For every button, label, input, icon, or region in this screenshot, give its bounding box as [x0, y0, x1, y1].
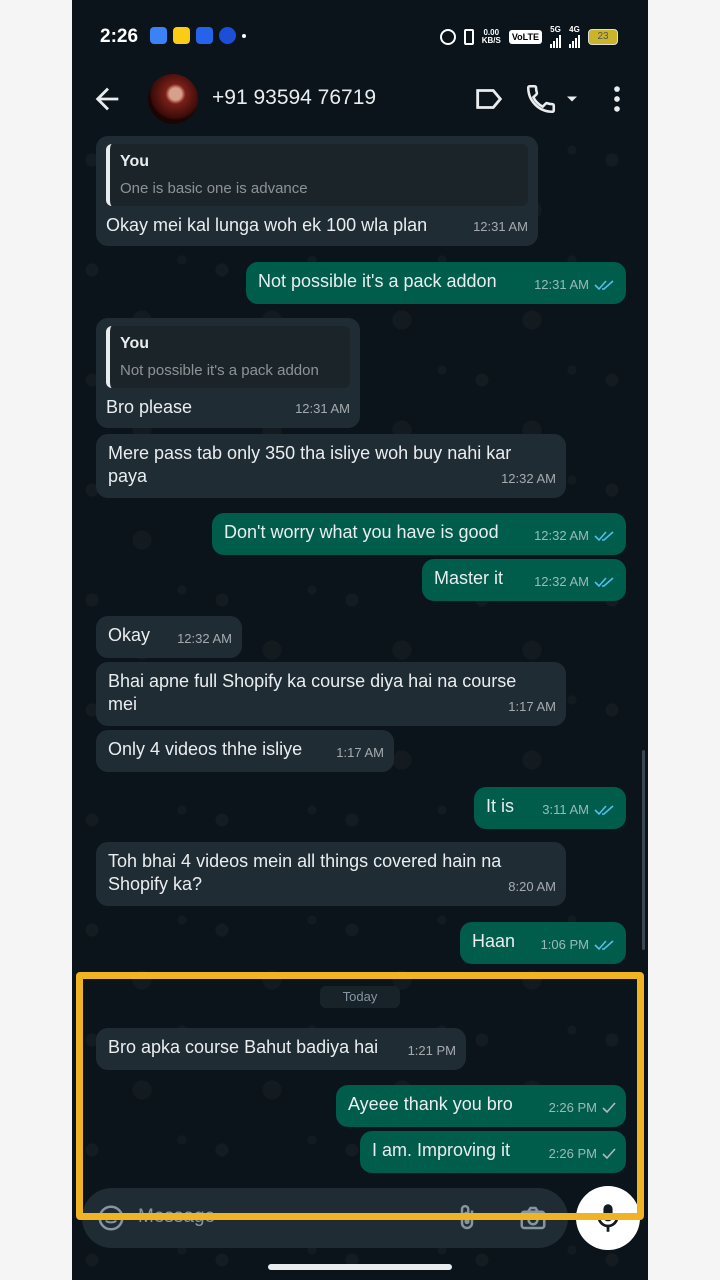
- message-bubble-incoming[interactable]: You One is basic one is advance Okay mei…: [96, 136, 538, 246]
- message-meta: 12:31 AM: [534, 273, 616, 296]
- message-time: 12:32 AM: [534, 528, 589, 543]
- message-time: 12:32 AM: [177, 631, 232, 646]
- avatar[interactable]: [148, 74, 198, 124]
- browser-icon: [219, 27, 236, 44]
- message-meta: 12:31 AM: [473, 215, 528, 238]
- message-meta: 1:17 AM: [508, 695, 556, 718]
- message-bubble-incoming[interactable]: Okay 12:32 AM: [96, 616, 242, 658]
- message-meta: 12:32 AM: [534, 570, 616, 593]
- message-meta: 3:11 AM: [542, 798, 616, 821]
- back-arrow-icon[interactable]: [90, 82, 124, 116]
- double-tick-icon: [594, 804, 614, 815]
- highlight-box: [76, 972, 644, 1220]
- message-time: 8:20 AM: [508, 879, 556, 894]
- message-text: Bhai apne full Shopify ka course diya ha…: [108, 671, 517, 714]
- app-icon: [196, 27, 213, 44]
- message-text: Toh bhai 4 videos mein all things covere…: [108, 851, 502, 894]
- message-bubble-outgoing[interactable]: Master it 12:32 AM: [422, 559, 626, 601]
- message-bubble-incoming[interactable]: Mere pass tab only 350 tha isliye woh bu…: [96, 434, 566, 498]
- double-tick-icon: [594, 939, 614, 950]
- status-bar: 2:26 0.00 KB/S VoLTE 5G 4G 23: [72, 0, 648, 72]
- message-time: 12:32 AM: [501, 471, 556, 486]
- message-time: 1:17 AM: [508, 699, 556, 714]
- gesture-nav-bar[interactable]: [268, 1264, 452, 1270]
- message-meta: 12:32 AM: [177, 627, 232, 650]
- message-meta: 8:20 AM: [508, 875, 556, 898]
- contact-name[interactable]: +91 93594 76719: [212, 86, 376, 110]
- message-meta: 1:06 PM: [541, 933, 616, 956]
- message-time: 3:11 AM: [542, 802, 589, 817]
- chevron-down-icon[interactable]: [562, 82, 582, 116]
- message-bubble-incoming[interactable]: Toh bhai 4 videos mein all things covere…: [96, 842, 566, 906]
- label-icon[interactable]: [472, 82, 506, 116]
- message-bubble-outgoing[interactable]: Not possible it's a pack addon 12:31 AM: [246, 262, 626, 304]
- sim1-signal: 5G: [550, 26, 561, 48]
- sim2-signal: 4G: [569, 26, 580, 48]
- message-text: Okay mei kal lunga woh ek 100 wla plan: [106, 215, 428, 235]
- message-bubble-outgoing[interactable]: Haan 1:06 PM: [460, 922, 626, 964]
- battery-icon: 23: [588, 29, 618, 45]
- signal-bars-icon: [550, 34, 561, 48]
- chat-header: +91 93594 76719: [72, 72, 648, 130]
- status-time: 2:26: [100, 26, 139, 47]
- message-time: 12:32 AM: [534, 574, 589, 589]
- quoted-message[interactable]: You One is basic one is advance: [106, 144, 528, 206]
- alarm-icon: [439, 29, 456, 45]
- message-bubble-outgoing[interactable]: Don't worry what you have is good 12:32 …: [212, 513, 626, 555]
- network-speed-unit: KB/S: [481, 36, 501, 45]
- quote-author: You: [120, 153, 150, 170]
- volte-badge: VoLTE: [508, 30, 542, 44]
- quoted-message[interactable]: You Not possible it's a pack addon: [106, 326, 350, 388]
- message-time: 12:31 AM: [473, 219, 528, 234]
- double-tick-icon: [594, 279, 614, 290]
- network-speed: 0.00 KB/S: [482, 29, 501, 45]
- message-time: 12:31 AM: [295, 401, 350, 416]
- scrollbar[interactable]: [642, 750, 645, 950]
- signal-bars-icon: [569, 34, 580, 48]
- whatsapp-screen: 2:26 0.00 KB/S VoLTE 5G 4G 23 +91 93594 7…: [72, 0, 648, 1280]
- message-meta: 1:17 AM: [336, 741, 384, 764]
- quote-author: You: [120, 335, 150, 352]
- more-vert-icon[interactable]: [600, 82, 634, 116]
- message-time: 12:31 AM: [534, 277, 589, 292]
- notification-icons: [150, 27, 246, 44]
- message-bubble-outgoing[interactable]: It is 3:11 AM: [474, 787, 626, 829]
- system-status-icons: 0.00 KB/S VoLTE 5G 4G 23: [439, 26, 618, 48]
- message-meta: 12:32 AM: [534, 524, 616, 547]
- snapchat-icon: [173, 27, 190, 44]
- message-bubble-incoming[interactable]: Only 4 videos thhe isliye 1:17 AM: [96, 730, 394, 772]
- double-tick-icon: [594, 576, 614, 587]
- quote-text: Not possible it's a pack addon: [120, 362, 319, 379]
- message-time: 1:17 AM: [336, 745, 384, 760]
- message-text: Mere pass tab only 350 tha isliye woh bu…: [108, 443, 512, 486]
- more-notifications-dot: [242, 33, 246, 38]
- message-bubble-incoming[interactable]: You Not possible it's a pack addon Bro p…: [96, 318, 360, 428]
- phone-call-icon[interactable]: [524, 82, 558, 116]
- quote-text: One is basic one is advance: [120, 180, 308, 197]
- double-tick-icon: [594, 530, 614, 541]
- messages-app-icon: [150, 27, 167, 44]
- message-bubble-incoming[interactable]: Bhai apne full Shopify ka course diya ha…: [96, 662, 566, 726]
- sim2-label: 4G: [569, 25, 580, 34]
- sim1-label: 5G: [550, 25, 561, 34]
- vibrate-icon: [463, 29, 474, 45]
- message-time: 1:06 PM: [540, 937, 589, 952]
- message-meta: 12:31 AM: [295, 397, 350, 420]
- message-meta: 12:32 AM: [501, 467, 556, 490]
